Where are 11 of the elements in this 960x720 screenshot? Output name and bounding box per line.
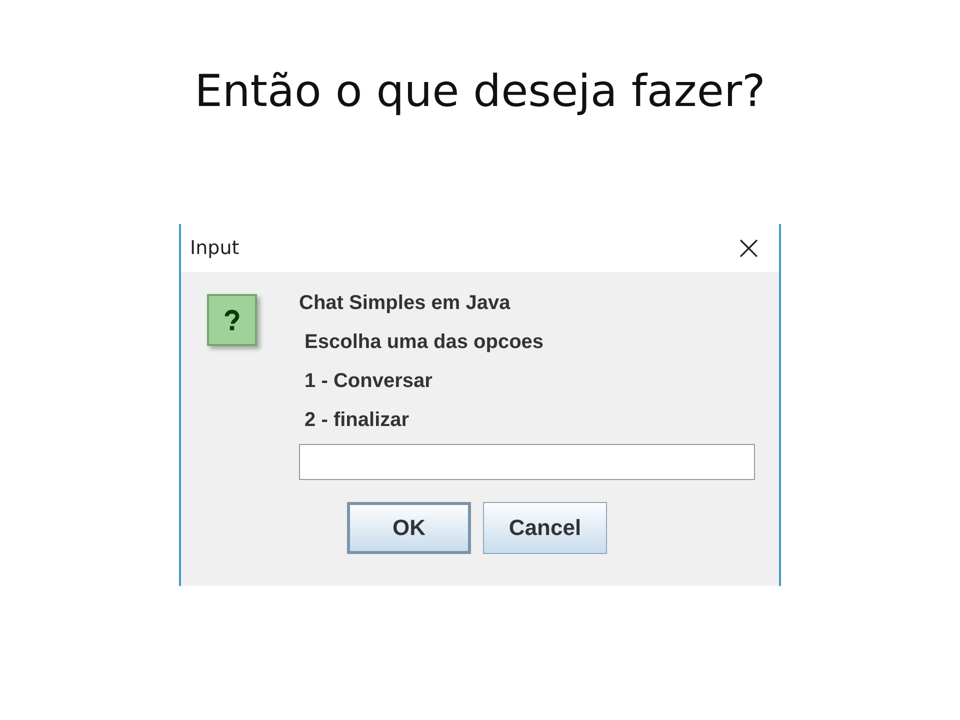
close-button[interactable]: × [734,231,763,265]
message-text: Escolha uma das opcoes [304,330,545,355]
input-field[interactable] [299,444,755,480]
message-text: 2 - finalizar [304,408,410,433]
dialog-button[interactable]: Cancel [483,502,607,554]
slide-title: Então o que deseja fazer? [194,65,766,119]
question-icon [207,294,257,346]
message-text: 1 - Conversar [304,369,434,394]
window-title: Input [190,237,240,259]
message-text: Chat Simples em Java [299,291,512,316]
dialog-button[interactable]: OK [347,502,471,554]
